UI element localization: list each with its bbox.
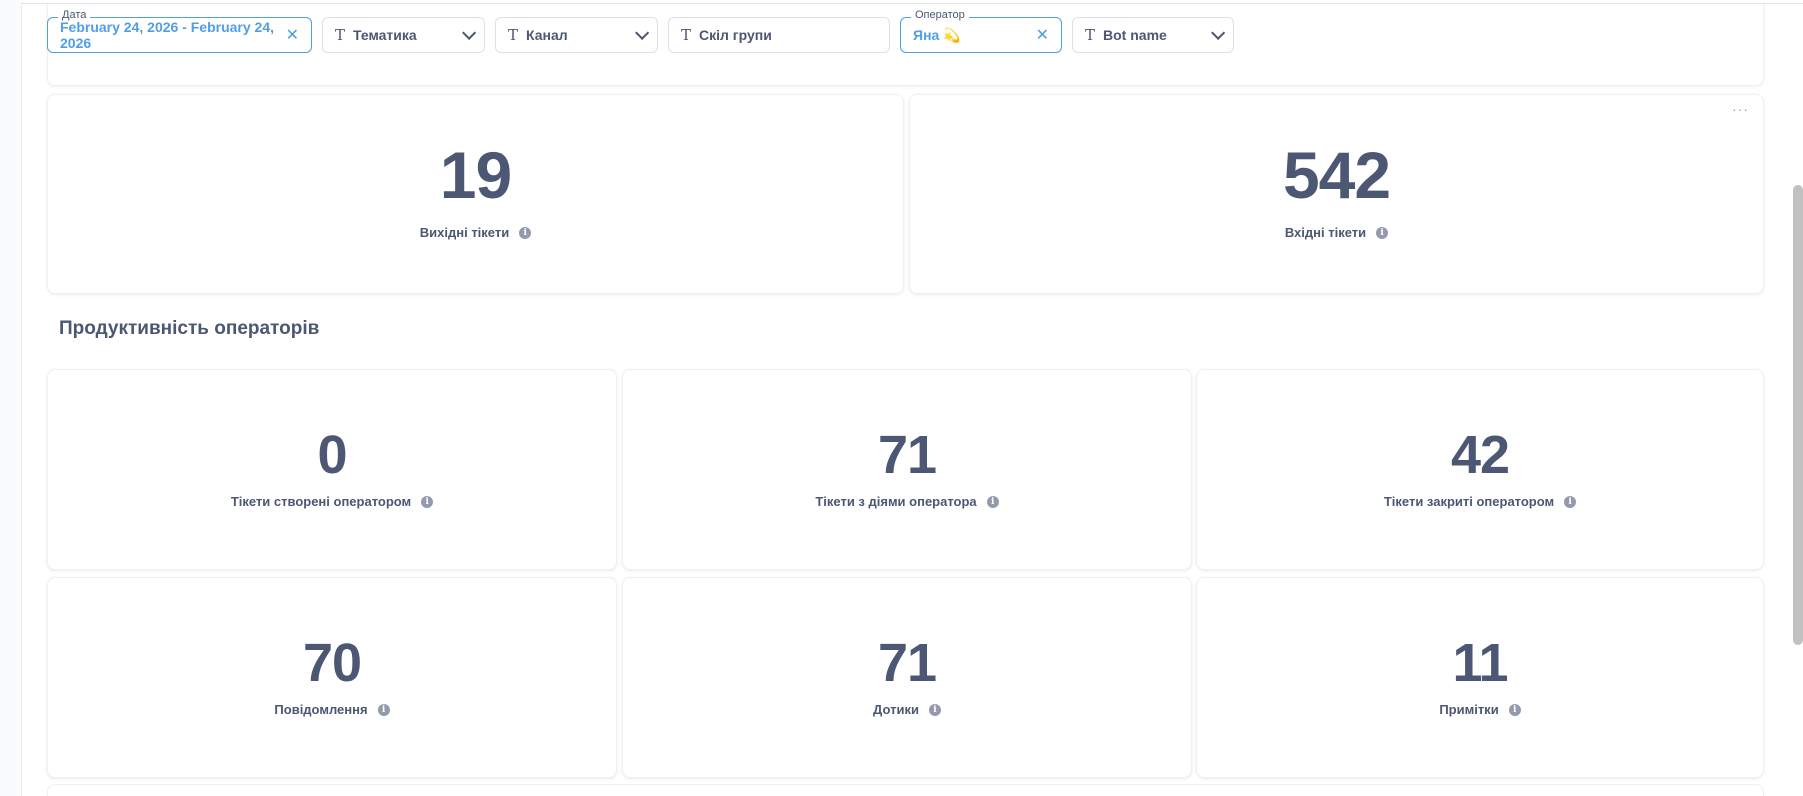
date-clear-icon[interactable]: ✕	[286, 25, 299, 45]
more-options-icon[interactable]: ···	[1732, 101, 1749, 117]
topic-filter[interactable]: T Тематика	[322, 17, 485, 53]
metric-value: 0	[317, 425, 347, 485]
section-title: Продуктивність операторів	[59, 318, 320, 339]
metric-label-row: Дотики i	[623, 702, 1191, 717]
metric-value: 71	[877, 633, 937, 693]
metric-card-operator-action-tickets[interactable]: 71 Тікети з діями оператора i	[622, 369, 1192, 570]
info-icon[interactable]: i	[928, 703, 941, 716]
text-type-icon: T	[335, 26, 346, 44]
metric-label: Повідомлення	[274, 702, 368, 717]
info-icon[interactable]: i	[377, 703, 390, 716]
metric-label: Вихідні тікети	[419, 225, 510, 240]
metric-card-notes[interactable]: 11 Примітки i	[1196, 577, 1764, 778]
channel-filter-label: Канал	[526, 27, 568, 43]
info-icon[interactable]: i	[421, 495, 434, 508]
operator-clear-icon[interactable]: ✕	[1036, 25, 1049, 45]
info-icon[interactable]: i	[1564, 495, 1577, 508]
text-type-icon: T	[508, 26, 519, 44]
metric-label-row: Тікети створені оператором i	[48, 494, 616, 509]
metric-label-row: Тікети з діями оператора i	[623, 494, 1191, 509]
operator-filter-value: Яна 💫	[913, 26, 961, 43]
metric-label-row: Примітки i	[1197, 702, 1763, 717]
bot-name-filter-label: Bot name	[1103, 27, 1167, 43]
metric-label-row: Вихідні тікети i	[48, 225, 903, 240]
metric-label: Тікети закриті оператором	[1383, 494, 1555, 509]
metric-value: 71	[877, 425, 937, 485]
metric-value: 19	[439, 138, 512, 212]
metric-value: 42	[1450, 425, 1510, 485]
metric-card-touches[interactable]: 71 Дотики i	[622, 577, 1192, 778]
metric-label-row: Тікети закриті оператором i	[1197, 494, 1763, 509]
metric-card-incoming-tickets[interactable]: ··· 542 Вхідні тікети i	[909, 94, 1764, 294]
metric-card-outgoing-tickets[interactable]: 19 Вихідні тікети i	[47, 94, 904, 294]
metric-card-created-tickets[interactable]: 0 Тікети створені оператором i	[47, 369, 617, 570]
operator-filter[interactable]: Оператор Яна 💫 ✕	[900, 9, 1062, 53]
partial-card-bottom	[47, 784, 1764, 796]
chevron-down-icon	[462, 25, 477, 40]
filter-bar: Дата February 24, 2026 - February 24, 20…	[47, 9, 1234, 53]
operator-filter-legend: Оператор	[911, 9, 969, 21]
chevron-down-icon	[1211, 25, 1226, 40]
vertical-scrollbar[interactable]	[1793, 185, 1803, 645]
topic-filter-label: Тематика	[353, 27, 417, 43]
metric-value: 542	[1282, 138, 1391, 212]
metric-label-row: Повідомлення i	[48, 702, 616, 717]
metric-label: Тікети з діями оператора	[815, 494, 977, 509]
chevron-down-icon	[635, 25, 650, 40]
metric-value: 11	[1452, 633, 1508, 693]
info-icon[interactable]: i	[1376, 226, 1389, 239]
info-icon[interactable]: i	[986, 495, 999, 508]
skill-group-filter[interactable]: T Скіл групи	[668, 17, 890, 53]
info-icon[interactable]: i	[519, 226, 532, 239]
channel-filter[interactable]: T Канал	[495, 17, 658, 53]
text-type-icon: T	[1085, 26, 1096, 44]
metric-value: 70	[302, 633, 362, 693]
top-edge	[21, 0, 1803, 4]
metric-label: Вхідні тікети	[1284, 225, 1367, 240]
metric-label-row: Вхідні тікети i	[910, 225, 1763, 240]
bot-name-filter[interactable]: T Bot name	[1072, 17, 1234, 53]
metric-card-messages[interactable]: 70 Повідомлення i	[47, 577, 617, 778]
text-type-icon: T	[681, 26, 692, 44]
info-icon[interactable]: i	[1508, 703, 1521, 716]
date-filter-legend: Дата	[58, 9, 91, 21]
metric-label: Тікети створені оператором	[230, 494, 412, 509]
metric-card-closed-tickets[interactable]: 42 Тікети закриті оператором i	[1196, 369, 1764, 570]
date-filter-value: February 24, 2026 - February 24, 2026	[60, 19, 274, 51]
skill-group-placeholder: Скіл групи	[699, 27, 772, 43]
date-filter[interactable]: Дата February 24, 2026 - February 24, 20…	[47, 9, 312, 53]
metric-label: Дотики	[873, 702, 919, 717]
metric-label: Примітки	[1439, 702, 1499, 717]
